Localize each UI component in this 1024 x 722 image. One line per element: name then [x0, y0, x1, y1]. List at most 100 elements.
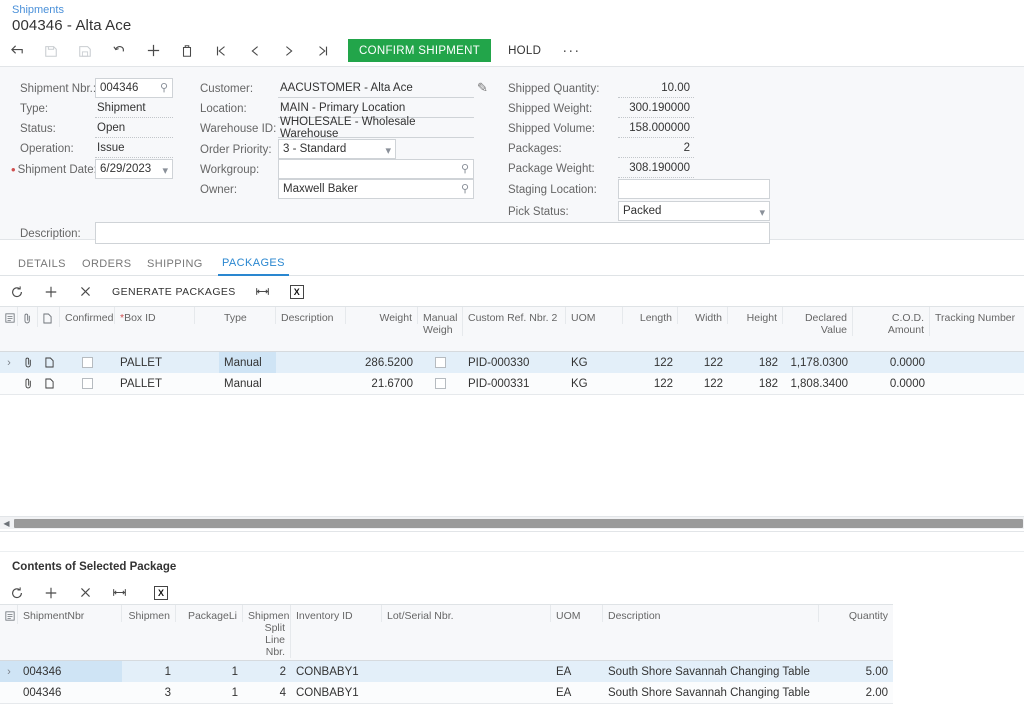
generate-packages-button[interactable]: GENERATE PACKAGES: [102, 279, 246, 304]
cell-lot-serial-nbr[interactable]: [382, 682, 551, 703]
shipment-date-input[interactable]: 6/29/2023 ▾: [95, 159, 173, 179]
chevron-down-icon[interactable]: ▾: [162, 164, 168, 177]
header-length[interactable]: Length: [623, 307, 678, 324]
add-row-icon[interactable]: [34, 580, 68, 605]
cell-quantity[interactable]: 5.00: [819, 661, 893, 682]
header-width[interactable]: Width: [678, 307, 728, 324]
staging-location-input[interactable]: [618, 179, 770, 199]
confirmed-checkbox[interactable]: [60, 373, 115, 394]
description-input[interactable]: [95, 222, 770, 244]
cell-width[interactable]: 122: [678, 373, 728, 394]
cell-width[interactable]: 122: [678, 352, 728, 373]
header-shipment-nbr[interactable]: ShipmentNbr: [18, 605, 122, 622]
first-record-icon[interactable]: [204, 37, 238, 65]
cell-length[interactable]: 122: [623, 352, 678, 373]
cell-box-id[interactable]: PALLET: [115, 373, 219, 394]
undo-icon[interactable]: [102, 37, 136, 65]
refresh-icon[interactable]: [0, 580, 34, 605]
chevron-down-icon[interactable]: ▾: [385, 144, 391, 157]
scrollbar-thumb[interactable]: [14, 518, 1023, 528]
header-confirmed[interactable]: Confirmed: [60, 307, 115, 324]
cell-uom[interactable]: EA: [551, 682, 603, 703]
header-box-id[interactable]: *Box ID: [115, 307, 195, 324]
previous-record-icon[interactable]: [238, 37, 272, 65]
header-manual-weight[interactable]: Manual Weigh: [418, 307, 463, 336]
pencil-icon[interactable]: ✎: [477, 80, 488, 96]
cell-box-id[interactable]: PALLET: [115, 352, 219, 373]
customer-input[interactable]: AACUSTOMER - Alta Ace: [278, 79, 474, 98]
breadcrumb[interactable]: Shipments: [12, 4, 64, 16]
confirmed-checkbox[interactable]: [60, 352, 115, 373]
header-tracking-number[interactable]: Tracking Number: [930, 307, 1024, 324]
cell-shipment-nbr[interactable]: 004346: [18, 661, 122, 682]
order-priority-select[interactable]: 3 - Standard ▾: [278, 139, 396, 159]
cell-length[interactable]: 122: [623, 373, 678, 394]
cell-cod-amount[interactable]: 0.0000: [853, 373, 930, 394]
packages-horizontal-scrollbar[interactable]: ◀: [0, 516, 1024, 529]
table-row[interactable]: 004346 3 1 4 CONBABY1 EA South Shore Sav…: [0, 682, 893, 703]
cell-type[interactable]: Manual: [219, 352, 276, 373]
header-type[interactable]: Type: [219, 307, 276, 324]
cell-package-line[interactable]: 1: [176, 661, 243, 682]
row-expand-caret[interactable]: ›: [0, 352, 18, 373]
manual-weight-checkbox[interactable]: [418, 373, 463, 394]
cell-custom-ref-nbr-2[interactable]: PID-000330: [463, 352, 566, 373]
header-description[interactable]: Description: [276, 307, 346, 324]
last-record-icon[interactable]: [306, 37, 340, 65]
attachment-icon[interactable]: [18, 352, 38, 373]
delete-row-icon[interactable]: [68, 580, 102, 605]
header-lot-serial-nbr[interactable]: Lot/Serial Nbr.: [382, 605, 551, 622]
header-quantity[interactable]: Quantity: [819, 605, 893, 622]
header-shipment-split-line-nbr-2[interactable]: Shipmen Split Line Nbr.: [243, 605, 291, 658]
note-icon[interactable]: [38, 352, 60, 373]
shipment-nbr-input[interactable]: 004346 ⚲: [95, 78, 173, 98]
scroll-left-arrow[interactable]: ◀: [0, 519, 13, 528]
table-row[interactable]: › 004346 1 1 2 CONBABY1 EA South Shore S…: [0, 661, 893, 682]
warehouse-id-input[interactable]: WHOLESALE - Wholesale Warehouse: [278, 116, 474, 140]
cell-shipment-split-2[interactable]: 4: [243, 682, 291, 703]
cell-shipment-split[interactable]: 1: [122, 661, 176, 682]
more-actions-button[interactable]: ···: [554, 39, 588, 62]
cell-description[interactable]: South Shore Savannah Changing Table: [603, 661, 819, 682]
row-expand-caret[interactable]: [0, 373, 18, 394]
search-icon[interactable]: ⚲: [160, 81, 168, 94]
tab-packages[interactable]: PACKAGES: [218, 251, 289, 276]
header-description[interactable]: Description: [603, 605, 819, 622]
header-height[interactable]: Height: [728, 307, 783, 324]
row-expand-caret[interactable]: ›: [0, 661, 18, 682]
header-package-line-nbr[interactable]: PackageLi: [176, 605, 243, 622]
cell-shipment-split[interactable]: 3: [122, 682, 176, 703]
fit-columns-icon[interactable]: [102, 580, 136, 605]
search-icon[interactable]: ⚲: [461, 182, 469, 195]
attachment-icon[interactable]: [18, 373, 38, 394]
delete-icon[interactable]: [170, 37, 204, 65]
workgroup-input[interactable]: ⚲: [278, 159, 474, 179]
cell-custom-ref-nbr-2[interactable]: PID-000331: [463, 373, 566, 394]
cell-quantity[interactable]: 2.00: [819, 682, 893, 703]
cell-package-line[interactable]: 1: [176, 682, 243, 703]
cell-inventory-id[interactable]: CONBABY1: [291, 661, 382, 682]
fit-columns-icon[interactable]: [246, 279, 280, 304]
pick-status-select[interactable]: Packed ▾: [618, 201, 770, 221]
back-icon[interactable]: [0, 37, 34, 65]
tab-shipping[interactable]: SHIPPING: [147, 251, 203, 276]
confirm-shipment-button[interactable]: CONFIRM SHIPMENT: [348, 39, 492, 62]
header-uom[interactable]: UOM: [566, 307, 623, 324]
cell-declared-value[interactable]: 1,808.3400: [783, 373, 853, 394]
tab-orders[interactable]: ORDERS: [82, 251, 131, 276]
add-new-record-icon[interactable]: [136, 37, 170, 65]
cell-shipment-split-2[interactable]: 2: [243, 661, 291, 682]
chevron-down-icon[interactable]: ▾: [759, 206, 765, 219]
cell-height[interactable]: 182: [728, 352, 783, 373]
table-row[interactable]: PALLET Manual 21.6700 PID-000331 KG 122 …: [0, 373, 1024, 394]
cell-uom[interactable]: KG: [566, 352, 623, 373]
cell-tracking-number[interactable]: [930, 352, 1024, 373]
owner-input[interactable]: Maxwell Baker ⚲: [278, 179, 474, 199]
export-to-excel-icon[interactable]: X: [280, 279, 314, 304]
cell-weight[interactable]: 286.5200: [346, 352, 418, 373]
cell-description[interactable]: [276, 373, 346, 394]
cell-shipment-nbr[interactable]: 004346: [18, 682, 122, 703]
cell-tracking-number[interactable]: [930, 373, 1024, 394]
header-shipment-split-line-nbr[interactable]: Shipmen: [122, 605, 176, 622]
cell-height[interactable]: 182: [728, 373, 783, 394]
